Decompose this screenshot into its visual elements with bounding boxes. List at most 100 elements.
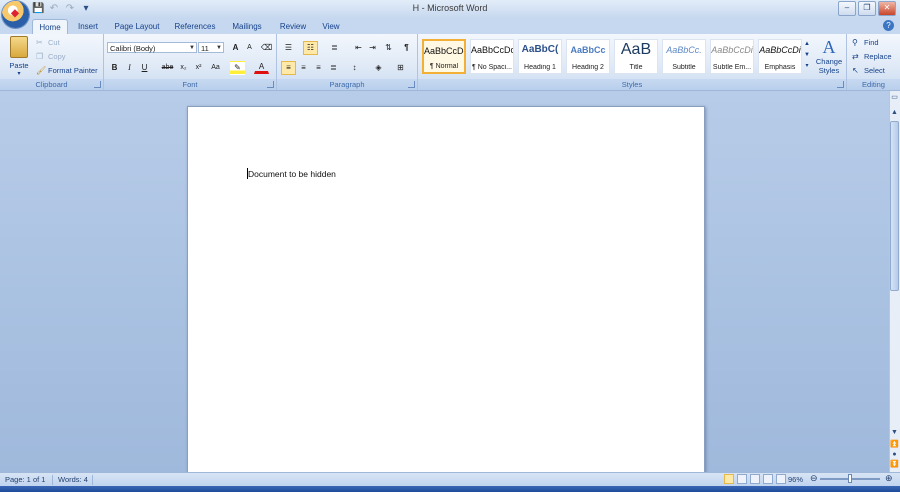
style-normal[interactable]: AaBbCcDc ¶ Normal [422, 39, 466, 74]
underline-button[interactable]: U [137, 61, 152, 75]
scissors-icon: ✂ [36, 38, 43, 48]
zoom-out-icon[interactable]: ⊖ [810, 473, 818, 484]
sort-button[interactable]: ⇅ [381, 41, 396, 55]
word-count[interactable]: Words: 4 [58, 475, 88, 484]
select-button[interactable]: ↖ Select [852, 66, 885, 76]
increase-indent-button[interactable]: ⇥ [365, 41, 380, 55]
superscript-button[interactable]: x² [191, 61, 206, 75]
copy-label: Copy [48, 52, 66, 61]
next-page-icon[interactable]: ⏬ [890, 460, 899, 469]
decrease-indent-button[interactable]: ⇤ [351, 41, 366, 55]
cursor-icon: ↖ [852, 66, 859, 76]
subscript-button[interactable]: x₂ [176, 61, 191, 75]
scroll-up-icon[interactable]: ▲ [890, 108, 899, 117]
binoculars-icon: ⚲ [852, 38, 858, 48]
find-button[interactable]: ⚲ Find [852, 38, 879, 48]
tab-references[interactable]: References [172, 19, 218, 34]
style-name: ¶ No Spaci... [472, 64, 512, 71]
font-color-button[interactable]: A [254, 61, 269, 74]
clipboard-launcher-icon[interactable] [94, 81, 101, 88]
shrink-font-button[interactable]: A [242, 41, 257, 55]
clear-formatting-button[interactable]: ⌫ [259, 41, 274, 55]
bullets-button[interactable]: ☰ [281, 41, 296, 55]
more-styles-icon[interactable]: ▾ [803, 61, 811, 72]
restore-button[interactable]: ❐ [858, 1, 876, 16]
previous-page-icon[interactable]: ⏫ [890, 440, 899, 449]
full-screen-reading-icon[interactable] [737, 474, 747, 484]
draft-view-icon[interactable] [776, 474, 786, 484]
paste-icon [10, 36, 28, 58]
browse-object-icon[interactable]: ● [890, 450, 899, 459]
ruler-toggle-icon[interactable]: ▭ [890, 93, 899, 102]
taskbar [0, 486, 900, 492]
change-styles-button[interactable]: A Change Styles [814, 37, 844, 75]
paragraph-launcher-icon[interactable] [408, 81, 415, 88]
page-count[interactable]: Page: 1 of 1 [5, 475, 45, 484]
zoom-slider-thumb[interactable] [848, 474, 852, 483]
style-no-spacing[interactable]: AaBbCcDc ¶ No Spaci... [470, 39, 514, 74]
font-launcher-icon[interactable] [267, 81, 274, 88]
chevron-down-icon[interactable]: ▼ [803, 50, 811, 61]
align-center-button[interactable]: ≡ [296, 61, 311, 75]
multilevel-list-button[interactable]: ≣ [327, 41, 342, 55]
document-text[interactable]: Document to be hidden [248, 169, 336, 179]
outline-view-icon[interactable] [763, 474, 773, 484]
font-size-combo[interactable]: 11 ▼ [198, 42, 224, 53]
style-title[interactable]: AaB Title [614, 39, 658, 74]
style-subtle-emphasis[interactable]: AaBbCcDi Subtle Em... [710, 39, 754, 74]
justify-button[interactable]: ≣ [326, 61, 341, 75]
replace-label: Replace [864, 52, 892, 61]
style-emphasis[interactable]: AaBbCcDi Emphasis [758, 39, 802, 74]
styles-scroll-buttons[interactable]: ▲ ▼ ▾ [803, 39, 811, 72]
web-layout-icon[interactable] [750, 474, 760, 484]
minimize-button[interactable]: – [838, 1, 856, 16]
align-right-button[interactable]: ≡ [311, 61, 326, 75]
tab-review[interactable]: Review [276, 19, 310, 34]
italic-button[interactable]: I [122, 61, 137, 75]
clipboard-group: Paste ▾ ✂ Cut ❐ Copy 🖌 Format Painter Clipb… [0, 34, 104, 90]
bold-button[interactable]: B [107, 61, 122, 75]
chevron-up-icon[interactable]: ▲ [803, 39, 811, 50]
zoom-level[interactable]: 96% [788, 475, 803, 484]
grow-font-button[interactable]: A [228, 41, 243, 55]
document-page[interactable] [187, 106, 705, 474]
tab-insert[interactable]: Insert [72, 19, 104, 34]
style-subtitle[interactable]: AaBbCc. Subtitle [662, 39, 706, 74]
strikethrough-button[interactable]: abe [160, 61, 175, 75]
font-name-value: Calibri (Body) [110, 44, 156, 53]
line-spacing-button[interactable]: ↕ [347, 61, 362, 75]
help-icon[interactable]: ? [883, 20, 894, 31]
print-layout-view-icon[interactable] [724, 474, 734, 484]
cut-button[interactable]: ✂ Cut [36, 38, 60, 48]
show-marks-button[interactable]: ¶ [399, 41, 414, 55]
style-heading-2[interactable]: AaBbCc Heading 2 [566, 39, 610, 74]
align-left-button[interactable]: ≡ [281, 61, 296, 75]
style-sample: AaBbCc. [666, 45, 702, 55]
borders-button[interactable]: ⊞ [393, 61, 408, 75]
format-painter-button[interactable]: 🖌 Format Painter [36, 66, 98, 76]
scrollbar-thumb[interactable] [890, 121, 899, 291]
close-button[interactable]: ✕ [878, 1, 896, 16]
copy-button[interactable]: ❐ Copy [36, 52, 66, 62]
change-case-button[interactable]: Aa [208, 61, 223, 75]
styles-launcher-icon[interactable] [837, 81, 844, 88]
decrease-indent-icon: ⇤ [355, 43, 362, 52]
find-label: Find [864, 38, 879, 47]
style-heading-1[interactable]: AaBbC( Heading 1 [518, 39, 562, 74]
font-group: Calibri (Body) ▼ 11 ▼ A A ⌫ B I U abe x₂ x… [104, 34, 277, 90]
scroll-down-icon[interactable]: ▼ [890, 428, 899, 437]
office-logo-icon: ◆ [11, 8, 19, 19]
tab-page-layout[interactable]: Page Layout [112, 19, 162, 34]
numbering-button[interactable]: ☷ [303, 41, 318, 55]
font-name-combo[interactable]: Calibri (Body) ▼ [107, 42, 197, 53]
tab-view[interactable]: View [318, 19, 344, 34]
paste-button[interactable]: Paste ▾ [6, 36, 32, 77]
shading-button[interactable]: ◈ [371, 61, 386, 75]
highlight-button[interactable]: ✎ [230, 61, 245, 75]
tab-mailings[interactable]: Mailings [228, 19, 266, 34]
zoom-in-icon[interactable]: ⊕ [885, 473, 893, 484]
replace-button[interactable]: ⇄ Replace [852, 52, 892, 62]
ribbon-tabs: Home Insert Page Layout References Maili… [0, 18, 900, 35]
underline-icon: U [141, 63, 148, 72]
tab-home[interactable]: Home [32, 19, 68, 35]
